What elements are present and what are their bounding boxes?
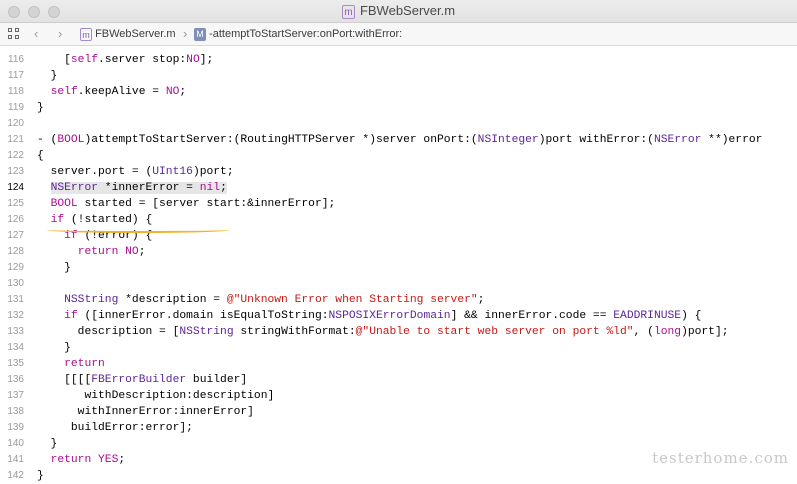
code-line: 131 NSString *description = @"Unknown Er…	[0, 292, 797, 308]
title-bar: m FBWebServer.m	[0, 0, 797, 23]
code-text: return YES;	[50, 454, 126, 466]
code-text: server.port = (UInt16)port;	[37, 166, 234, 178]
code-line: 138 withInnerError:innerError]	[0, 404, 797, 420]
objc-file-icon: m	[80, 27, 92, 41]
code-line: 126 if (!started) {	[0, 212, 797, 228]
code-line: 118 self.keepAlive = NO;	[0, 84, 797, 100]
code-line: 139 buildError:error];	[0, 420, 797, 436]
line-number: 122	[7, 150, 24, 161]
code-line: 134 }	[0, 340, 797, 356]
line-number: 117	[8, 70, 24, 81]
line-number: 131	[7, 294, 24, 305]
jumpbar-method-item[interactable]: M -attemptToStartServer:onPort:withError…	[194, 23, 402, 45]
code-line: 121 - (BOOL)attemptToStartServer:(Routing…	[0, 132, 797, 148]
highlight-underline-mark	[47, 227, 230, 233]
code-line: 117 }	[0, 68, 797, 84]
window-title-area: m FBWebServer.m	[0, 3, 797, 19]
code-line: 133 description = [NSString stringWithFo…	[0, 324, 797, 340]
line-number: 139	[7, 422, 24, 433]
back-arrow-icon[interactable]: ‹	[34, 23, 38, 45]
code-text: return NO;	[77, 246, 146, 258]
code-text: }	[37, 342, 71, 354]
jumpbar-file-item[interactable]: m FBWebServer.m	[80, 23, 176, 45]
line-number: 125	[7, 198, 24, 209]
jumpbar-file-label: FBWebServer.m	[95, 28, 176, 40]
code-line: 142}	[0, 468, 797, 484]
code-line: 119}	[0, 100, 797, 116]
code-text: withDescription:description]	[37, 390, 275, 402]
line-number: 140	[7, 438, 24, 449]
code-text: return	[64, 358, 105, 370]
line-number: 138	[7, 406, 24, 417]
code-line: 136 [[[[FBErrorBuilder builder]	[0, 372, 797, 388]
forward-arrow-icon[interactable]: ›	[58, 23, 62, 45]
code-text: if (!started) {	[50, 214, 153, 226]
line-number: 142	[7, 470, 24, 481]
source-editor[interactable]: 116 [self.server stop:NO]; 117 } 118 sel…	[0, 46, 797, 484]
code-text: buildError:error];	[37, 422, 193, 434]
line-number: 133	[7, 326, 24, 337]
line-number: 137	[7, 390, 24, 401]
code-line: 129 }	[0, 260, 797, 276]
code-text: [[[[FBErrorBuilder builder]	[37, 374, 248, 386]
line-number: 116	[8, 54, 24, 65]
code-text: [self.server stop:NO];	[37, 54, 214, 66]
line-number: 136	[7, 374, 24, 385]
code-text: if ([innerError.domain isEqualToString:N…	[64, 310, 702, 322]
code-text: }	[37, 262, 71, 274]
method-icon: M	[194, 27, 206, 41]
code-line: 135 return	[0, 356, 797, 372]
window-title: FBWebServer.m	[359, 3, 456, 18]
line-number: 124	[7, 182, 24, 193]
code-text: }	[37, 438, 58, 450]
objc-file-icon: m	[341, 4, 355, 19]
code-text: NSString *description = @"Unknown Error …	[64, 294, 485, 306]
line-number: 123	[7, 166, 24, 177]
code-text: }	[37, 102, 44, 114]
code-text: }	[37, 470, 44, 482]
code-text: self.keepAlive = NO;	[50, 86, 187, 98]
line-number: 141	[7, 454, 24, 465]
code-text: }	[37, 70, 58, 82]
code-line: 122 {	[0, 148, 797, 164]
code-line: 120	[0, 116, 797, 132]
jumpbar-method-label: -attemptToStartServer:onPort:withError:	[209, 28, 403, 40]
code-line: 128 return NO;	[0, 244, 797, 260]
code-text: NSError *innerError = nil;	[50, 182, 227, 194]
line-number: 121	[7, 134, 24, 145]
code-text: {	[37, 150, 44, 162]
line-number: 118	[8, 86, 24, 97]
line-number: 119	[8, 102, 24, 113]
code-text: - (BOOL)attemptToStartServer:(RoutingHTT…	[37, 134, 763, 146]
line-number: 120	[7, 118, 24, 129]
code-text: BOOL started = [server start:&innerError…	[50, 198, 336, 210]
code-line: 124 NSError *innerError = nil;	[0, 180, 797, 196]
line-number: 128	[7, 246, 24, 257]
line-number: 134	[7, 342, 24, 353]
watermark-text: testerhome.com	[652, 449, 789, 467]
breadcrumb-chevron-icon: ›	[183, 26, 188, 41]
code-line: 137 withDescription:description]	[0, 388, 797, 404]
line-number: 135	[7, 358, 24, 369]
code-line: 130	[0, 276, 797, 292]
line-number: 129	[7, 262, 24, 273]
code-line: 132 if ([innerError.domain isEqualToStri…	[0, 308, 797, 324]
line-number: 130	[7, 278, 24, 289]
code-line: 125 BOOL started = [server start:&innerE…	[0, 196, 797, 212]
code-text: withInnerError:innerError]	[37, 406, 254, 418]
jump-bar: ‹ › m FBWebServer.m › M -attemptToStartS…	[0, 23, 797, 46]
code-line: 116 [self.server stop:NO];	[0, 52, 797, 68]
code-text: description = [NSString stringWithFormat…	[37, 326, 729, 338]
related-items-grid-icon[interactable]	[8, 28, 20, 40]
line-number: 132	[7, 310, 24, 321]
line-number: 126	[7, 214, 24, 225]
code-line: 123 server.port = (UInt16)port;	[0, 164, 797, 180]
line-number: 127	[7, 230, 24, 241]
